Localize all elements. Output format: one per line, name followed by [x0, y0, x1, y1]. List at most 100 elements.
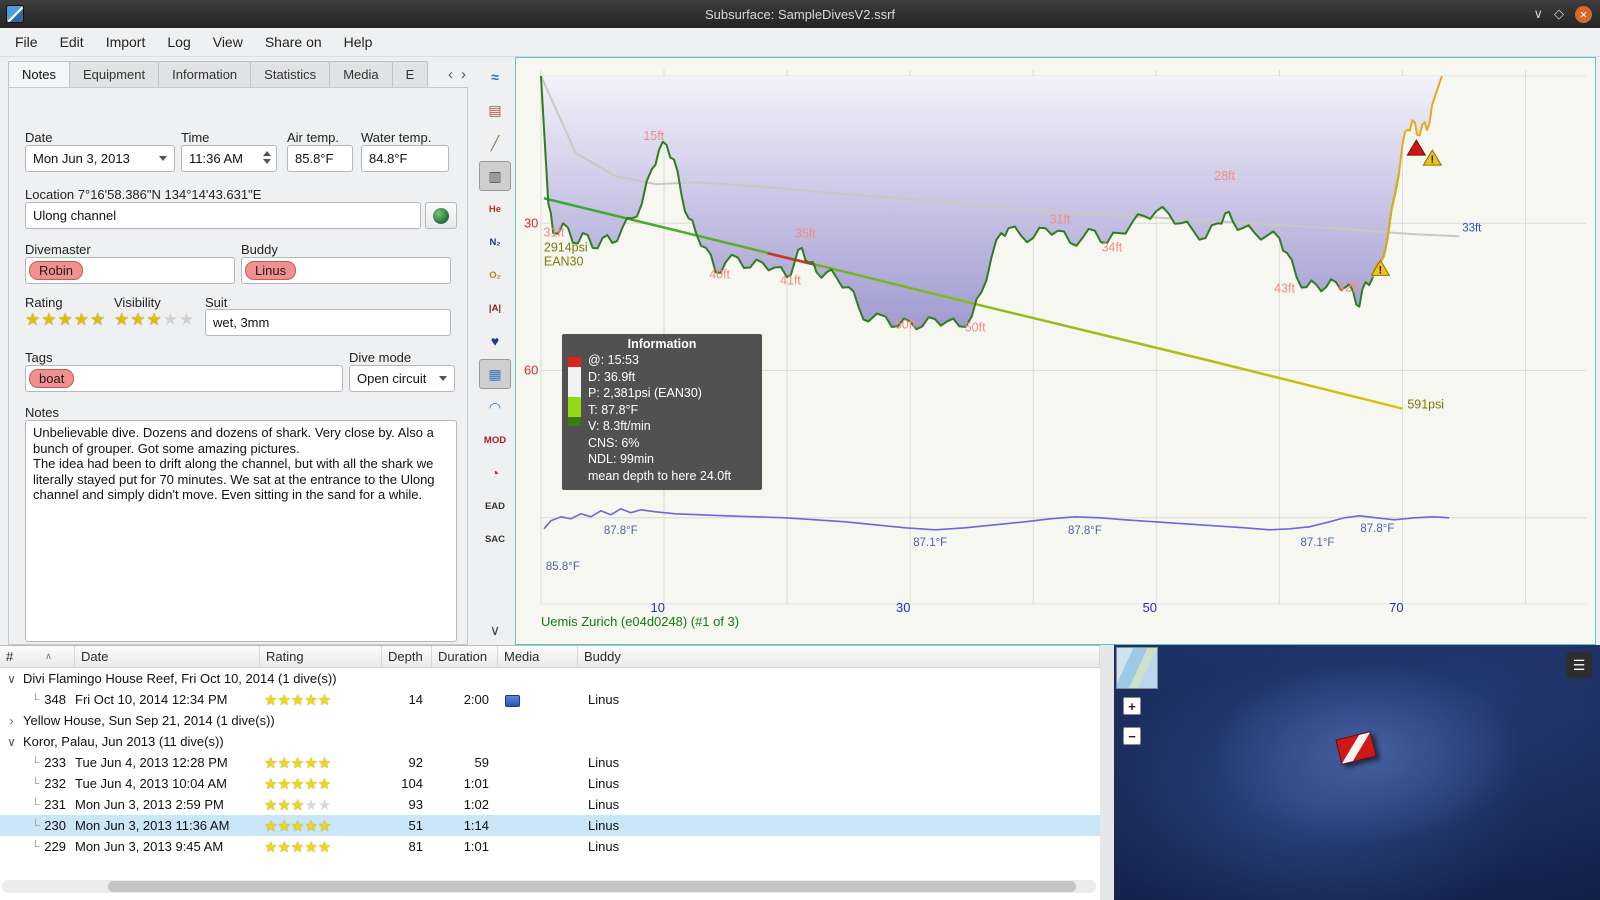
- dive-depth: 93: [408, 797, 423, 812]
- menu-help[interactable]: Help: [333, 30, 384, 54]
- dive-row-232[interactable]: └ 232 Tue Jun 4, 2013 10:04 AM ★★★★★ 104 1:01…: [0, 773, 1100, 794]
- pp-nitrogen-icon[interactable]: N₂: [479, 227, 511, 257]
- globe-button[interactable]: [425, 202, 457, 229]
- tab-scroll-left-icon[interactable]: ‹: [448, 67, 453, 82]
- svg-text:!: !: [1430, 154, 1434, 166]
- suit-input[interactable]: wet, 3mm: [205, 309, 451, 336]
- app-window: Subsurface: SampleDivesV2.ssrf ∨ ◇ × Fil…: [0, 0, 1600, 900]
- time-spinner[interactable]: [263, 151, 271, 164]
- date-dropdown[interactable]: Mon Jun 3, 2013: [25, 145, 175, 172]
- map-zoom-out-button[interactable]: −: [1123, 727, 1141, 745]
- collapse-caret-icon[interactable]: ∨: [6, 672, 17, 686]
- divelist-horizontal-scrollbar[interactable]: [2, 880, 1096, 893]
- svg-text:50ft: 50ft: [895, 317, 916, 331]
- dive-trip-row[interactable]: ∨ Divi Flamingo House Reef, Fri Oct 10, 2…: [0, 668, 1100, 689]
- tab-notes[interactable]: Notes: [8, 61, 70, 87]
- svg-text:31ft: 31ft: [544, 225, 565, 239]
- dive-map-panel[interactable]: + − ☰: [1114, 645, 1600, 900]
- info-box-line: @: 15:53: [588, 353, 639, 367]
- dive-depth: 81: [408, 839, 423, 854]
- pp-oxygen-icon[interactable]: O₂: [479, 260, 511, 290]
- collapse-caret-icon[interactable]: ∨: [6, 735, 17, 749]
- menu-edit[interactable]: Edit: [49, 30, 95, 54]
- panel-splitter[interactable]: [1100, 645, 1114, 900]
- column-header-depth[interactable]: Depth: [382, 646, 432, 667]
- heart-rate-icon[interactable]: ♥: [479, 326, 511, 356]
- tab-equipment[interactable]: Equipment: [68, 61, 160, 87]
- dive-site-flag-marker[interactable]: [1335, 731, 1377, 765]
- pp-helium-icon[interactable]: He: [479, 194, 511, 224]
- visibility-label: Visibility: [114, 295, 161, 310]
- dive-trip-row[interactable]: › Yellow House, Sun Sep 21, 2014 (1 dive(…: [0, 710, 1100, 731]
- tags-input[interactable]: boat: [25, 365, 343, 392]
- column-header-media[interactable]: Media: [498, 646, 578, 667]
- dive-trip-row[interactable]: ∨ Koror, Palau, Jun 2013 (11 dive(s)): [0, 731, 1100, 752]
- tab-scroll-right-icon[interactable]: ›: [461, 67, 466, 82]
- dive-row-348[interactable]: └ 348 Fri Oct 10, 2014 12:34 PM ★★★★★ 14 2:00…: [0, 689, 1100, 710]
- info-box-toggle-icon[interactable]: ▥: [479, 161, 511, 191]
- menu-share-on[interactable]: Share on: [254, 30, 333, 54]
- menu-log[interactable]: Log: [156, 30, 201, 54]
- dive-list-panel: # ∧ Date Rating Depth Duration Media Buddy ∨ Div…: [0, 645, 1100, 900]
- notes-tab-panel: Date Mon Jun 3, 2013 Time 11:36 AM Air t…: [8, 87, 468, 645]
- buddy-input[interactable]: Linus: [241, 257, 451, 284]
- minimize-icon[interactable]: ∨: [1533, 6, 1543, 22]
- menu-view[interactable]: View: [202, 30, 254, 54]
- map-menu-button[interactable]: ☰: [1566, 652, 1592, 678]
- column-header-duration[interactable]: Duration: [432, 646, 498, 667]
- column-header-date[interactable]: Date: [75, 646, 260, 667]
- dive-row-231[interactable]: └ 231 Mon Jun 3, 2013 2:59 PM ★★★★★ 93 1:02 Li…: [0, 794, 1100, 815]
- svg-text:40ft: 40ft: [709, 267, 730, 281]
- location-input[interactable]: Ulong channel: [25, 202, 421, 229]
- visibility-stars[interactable]: ★★★★★: [114, 310, 195, 330]
- menu-import[interactable]: Import: [95, 30, 157, 54]
- media-icon[interactable]: [505, 694, 520, 707]
- divemaster-tag[interactable]: Robin: [29, 261, 83, 280]
- buddy-tag[interactable]: Linus: [245, 261, 297, 280]
- dive-mode-dropdown[interactable]: Open circuit: [349, 365, 455, 392]
- close-icon[interactable]: ×: [1575, 5, 1592, 23]
- column-header-number[interactable]: # ∧: [0, 646, 75, 667]
- profile-waves-icon[interactable]: ≈: [479, 62, 511, 92]
- air-temp-input[interactable]: 85.8°F: [287, 145, 353, 172]
- dive-row-229[interactable]: └ 229 Mon Jun 3, 2013 9:45 AM ★★★★★ 81 1:01 Li…: [0, 836, 1100, 857]
- scrollbar-thumb[interactable]: [108, 881, 1076, 892]
- svg-text:50: 50: [1143, 600, 1157, 615]
- mod-icon[interactable]: MOD: [479, 425, 511, 455]
- ceiling-icon[interactable]: ◠: [479, 392, 511, 422]
- dive-number: 229: [44, 839, 66, 854]
- window-title: Subsurface: SampleDivesV2.ssrf: [704, 6, 896, 22]
- dive-row-230[interactable]: └ 230 Mon Jun 3, 2013 11:36 AM ★★★★★ 51 1:14 L…: [0, 815, 1100, 836]
- tab-e[interactable]: E: [391, 61, 429, 87]
- divemaster-input[interactable]: Robin: [25, 257, 235, 284]
- menu-file[interactable]: File: [4, 30, 49, 54]
- mean-depth-icon[interactable]: |A|: [479, 293, 511, 323]
- maximize-icon[interactable]: ◇: [1554, 6, 1564, 22]
- column-header-rating[interactable]: Rating: [260, 646, 382, 667]
- show-photos-icon[interactable]: ▦: [479, 359, 511, 389]
- time-input[interactable]: 11:36 AM: [181, 145, 277, 172]
- expand-caret-icon[interactable]: ›: [6, 714, 17, 728]
- collapse-chevron-icon[interactable]: ∨: [479, 615, 511, 645]
- tag-boat[interactable]: boat: [29, 369, 75, 388]
- rating-stars[interactable]: ★★★★★: [25, 310, 106, 330]
- tab-media[interactable]: Media: [329, 61, 393, 87]
- dive-list-header: # ∧ Date Rating Depth Duration Media Buddy: [0, 646, 1100, 668]
- map-zoom-in-button[interactable]: +: [1123, 697, 1141, 715]
- tab-statistics[interactable]: Statistics: [250, 61, 331, 87]
- notes-textarea[interactable]: Unbelievable dive. Dozens and dozens of …: [25, 420, 457, 642]
- photos-strip-icon[interactable]: ▤: [479, 95, 511, 125]
- dive-row-233[interactable]: └ 233 Tue Jun 4, 2013 12:28 PM ★★★★★ 92 59 Lin…: [0, 752, 1100, 773]
- map-overview-thumbnail[interactable]: [1116, 647, 1158, 689]
- ead-icon[interactable]: EAD: [479, 491, 511, 521]
- sac-icon[interactable]: SAC: [479, 524, 511, 554]
- svg-text:!: !: [1379, 264, 1383, 276]
- column-header-buddy[interactable]: Buddy: [578, 646, 1100, 667]
- water-temp-input[interactable]: 84.8°F: [361, 145, 449, 172]
- sort-indicator-icon: ∧: [45, 651, 52, 661]
- chevron-down-icon: [439, 376, 447, 381]
- tab-information[interactable]: Information: [158, 61, 252, 87]
- deco-clock-icon[interactable]: ◔: [479, 458, 511, 488]
- ruler-icon[interactable]: ╱: [479, 128, 511, 158]
- dive-date: Mon Jun 3, 2013 9:45 AM: [75, 839, 224, 854]
